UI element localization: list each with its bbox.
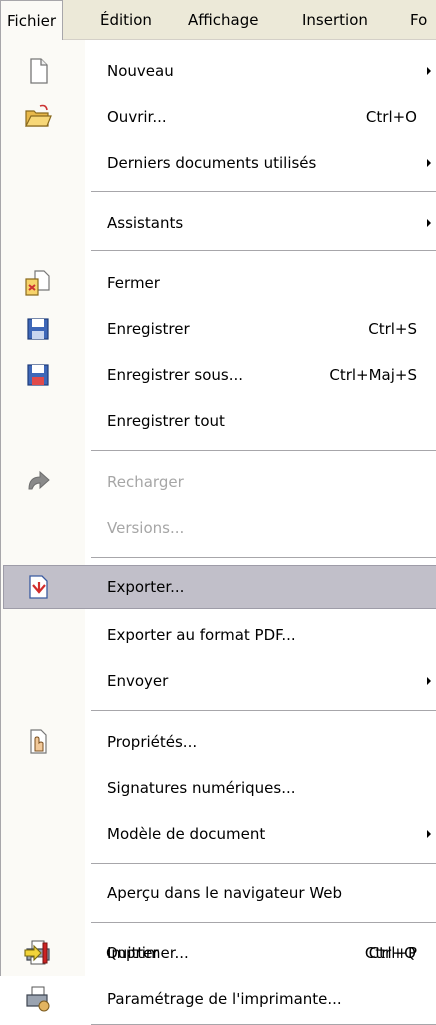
menu-item-label: Signatures numériques... <box>107 779 296 797</box>
menu-item-versions: Versions... <box>1 505 436 551</box>
menu-separator <box>91 922 436 923</box>
menu-item-fermer[interactable]: Fermer <box>1 260 436 306</box>
menu-item-modele-document[interactable]: Modèle de document <box>1 811 436 857</box>
submenu-arrow-icon <box>427 830 431 838</box>
menu-item-label: Enregistrer sous... <box>107 366 244 384</box>
new-document-icon <box>30 58 48 84</box>
shortcut-label: Ctrl+S <box>368 320 417 338</box>
menu-item-label: Recharger <box>107 473 184 491</box>
menu-item-signatures[interactable]: Signatures numériques... <box>1 765 436 811</box>
menu-item-label: Nouveau <box>107 62 174 80</box>
menu-item-enregistrer[interactable]: Enregistrer Ctrl+S <box>1 306 436 352</box>
menu-item-label: Enregistrer <box>107 320 190 338</box>
menu-bar: Fichier Édition Affichage Insertion Fo <box>0 0 436 40</box>
exit-icon <box>24 942 48 964</box>
menu-insertion[interactable]: Insertion <box>296 0 374 40</box>
menu-item-parametrage-imprimante[interactable]: Paramétrage de l'imprimante... <box>1 976 436 1022</box>
menu-item-label: Propriétés... <box>107 733 198 751</box>
menu-separator <box>91 863 436 864</box>
menu-separator <box>91 450 436 451</box>
menu-item-label: Envoyer <box>107 672 169 690</box>
menu-item-quitter[interactable]: Quitter Ctrl+Q <box>0 930 436 976</box>
menu-item-exporter[interactable]: Exporter... <box>1 564 436 610</box>
menu-separator <box>91 250 436 251</box>
menu-item-label: Quitter <box>106 944 159 962</box>
submenu-arrow-icon <box>427 219 431 227</box>
menu-item-label: Paramétrage de l'imprimante... <box>107 990 342 1008</box>
menu-item-label: Derniers documents utilisés <box>107 154 317 172</box>
properties-icon <box>30 729 47 754</box>
menu-fichier[interactable]: Fichier <box>0 0 64 40</box>
menu-item-enregistrer-sous[interactable]: Enregistrer sous... Ctrl+Maj+S <box>1 352 436 398</box>
submenu-arrow-icon <box>427 159 431 167</box>
menu-item-recharger: Recharger <box>1 459 436 505</box>
menu-separator <box>91 710 436 711</box>
menu-separator <box>91 557 436 558</box>
menu-item-label: Versions... <box>107 519 185 537</box>
menu-affichage[interactable]: Affichage <box>182 0 264 40</box>
menu-item-proprietes[interactable]: Propriétés... <box>1 719 436 765</box>
menu-item-label: Enregistrer tout <box>107 412 225 430</box>
menu-item-envoyer[interactable]: Envoyer <box>1 658 436 704</box>
close-document-icon <box>25 270 50 296</box>
menu-item-label: Ouvrir... <box>107 108 167 126</box>
shortcut-label: Ctrl+O <box>365 108 417 126</box>
shortcut-label: Ctrl+Maj+S <box>329 366 417 384</box>
save-as-icon <box>27 364 49 386</box>
menu-item-label: Aperçu dans le navigateur Web <box>107 884 343 902</box>
menu-item-derniers-documents[interactable]: Derniers documents utilisés <box>1 140 436 186</box>
menu-item-assistants[interactable]: Assistants <box>1 200 436 246</box>
menu-format[interactable]: Fo <box>404 0 433 40</box>
reload-icon <box>28 470 50 490</box>
menu-item-apercu-navigateur[interactable]: Aperçu dans le navigateur Web <box>1 870 436 916</box>
menu-item-exporter-pdf[interactable]: Exporter au format PDF... <box>1 612 436 658</box>
open-folder-icon <box>25 104 52 127</box>
menu-item-ouvrir[interactable]: Ouvrir... Ctrl+O <box>1 94 436 140</box>
menu-item-label: Exporter au format PDF... <box>107 626 296 644</box>
menu-item-label: Exporter... <box>107 578 185 596</box>
fichier-dropdown-menu: Nouveau Ouvrir... Ctrl+O Derniers docume… <box>0 40 436 1025</box>
export-icon <box>29 575 48 599</box>
menu-item-nouveau[interactable]: Nouveau <box>1 48 436 94</box>
save-icon <box>27 318 49 340</box>
shortcut-label: Ctrl+Q <box>364 944 416 962</box>
menu-item-label: Fermer <box>107 274 160 292</box>
submenu-arrow-icon <box>427 677 431 685</box>
menu-item-label: Modèle de document <box>107 825 266 843</box>
submenu-arrow-icon <box>427 67 431 75</box>
menu-separator <box>91 191 436 192</box>
menu-edition[interactable]: Édition <box>94 0 158 40</box>
hover-highlight <box>3 565 436 609</box>
printer-settings-icon <box>26 986 50 1012</box>
menu-item-label: Assistants <box>107 214 184 232</box>
menu-item-enregistrer-tout[interactable]: Enregistrer tout <box>1 398 436 444</box>
